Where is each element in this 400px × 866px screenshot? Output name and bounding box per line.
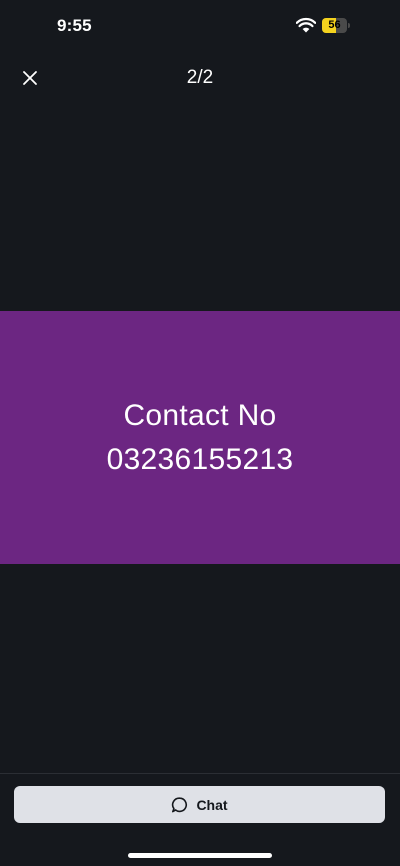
battery-body: 56 (322, 18, 347, 33)
close-button[interactable] (14, 62, 46, 94)
bottom-divider (0, 773, 400, 774)
wifi-icon (296, 17, 316, 33)
page-counter: 2/2 (186, 67, 214, 88)
close-icon (23, 71, 37, 85)
battery-indicator: 56 (322, 18, 350, 33)
photo-text-line-1: Contact No (123, 398, 277, 432)
battery-nub (348, 23, 350, 28)
status-time: 9:55 (57, 16, 92, 35)
home-indicator[interactable] (128, 853, 272, 858)
chat-button[interactable]: Chat (14, 786, 385, 823)
listing-photo[interactable]: Contact No 03236155213 (0, 311, 400, 564)
status-bar: 9:55 56 (0, 0, 400, 52)
photo-text-line-2: 03236155213 (106, 442, 294, 476)
image-viewer-screen: 9:55 56 2/2 Contact No 03236155213 Chat (0, 0, 400, 866)
battery-level: 56 (328, 19, 341, 31)
chat-button-label: Chat (196, 796, 228, 813)
chat-bubble-icon (172, 796, 188, 812)
